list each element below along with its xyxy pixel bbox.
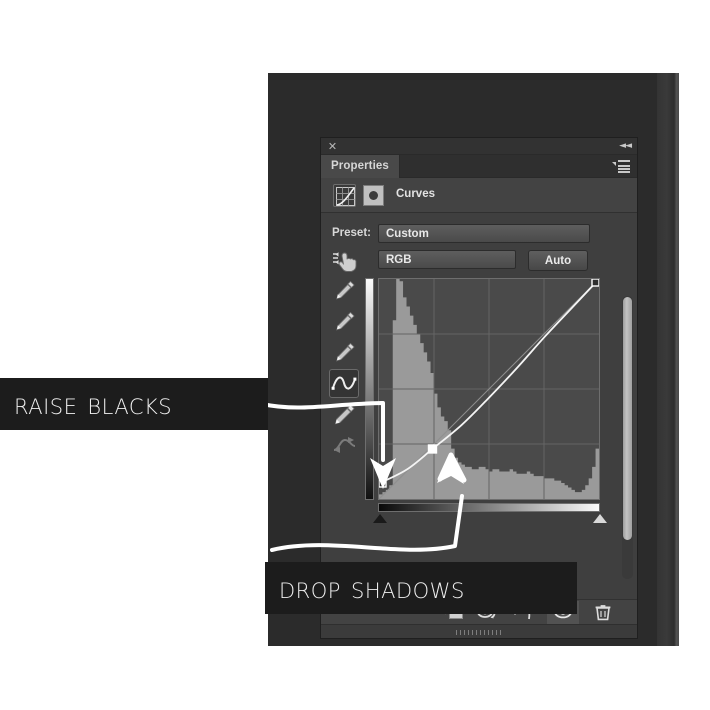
- sample-in-image-to-set-gray-point-icon[interactable]: [329, 307, 359, 336]
- curves-plot-svg[interactable]: [379, 279, 599, 499]
- panel-resize-bar[interactable]: [321, 624, 637, 638]
- delete-adjustment-layer-button[interactable]: [587, 601, 619, 624]
- curve-control-point[interactable]: [379, 479, 387, 488]
- curves-plot-area[interactable]: [378, 278, 600, 500]
- sample-in-image-to-set-white-point-icon[interactable]: [329, 338, 359, 367]
- vertical-scrollbar[interactable]: [622, 296, 633, 579]
- annotation-raise-blacks: Raise Blacks: [0, 378, 268, 430]
- channel-select[interactable]: RGB: [378, 250, 516, 269]
- preset-select[interactable]: Custom: [378, 224, 590, 243]
- collapse-to-icons-icon[interactable]: ◄◄: [619, 141, 632, 152]
- draw-to-modify-curve-pencil-icon[interactable]: [329, 400, 359, 429]
- layer-mask-thumbnail[interactable]: [363, 185, 384, 206]
- panel-tabstrip: Properties: [321, 155, 637, 178]
- curve-control-point[interactable]: [591, 279, 599, 287]
- smooth-curve-values-icon[interactable]: [329, 431, 359, 460]
- close-icon[interactable]: ✕: [327, 141, 338, 152]
- sample-in-image-to-set-black-point-icon[interactable]: [329, 276, 359, 305]
- annotation-drop-shadows: Drop Shadows: [265, 562, 577, 614]
- application-right-rail: [657, 73, 679, 646]
- preset-label: Preset:: [332, 227, 371, 239]
- black-input-slider[interactable]: [373, 514, 387, 523]
- auto-button[interactable]: Auto: [528, 250, 588, 271]
- grip-icon: [456, 630, 502, 635]
- panel-titlebar: ✕ ◄◄: [321, 138, 637, 155]
- preset-row: Preset: Custom: [321, 224, 637, 243]
- tab-properties[interactable]: Properties: [321, 155, 400, 178]
- adjustment-header: Curves: [321, 178, 637, 213]
- input-gradient-bar: [378, 503, 600, 512]
- panel-menu-icon[interactable]: [612, 160, 630, 173]
- screenshot-root: ✕ ◄◄ Properties Curves Preset: Custom RG…: [0, 0, 710, 710]
- photoshop-window: ✕ ◄◄ Properties Curves Preset: Custom RG…: [268, 73, 679, 646]
- scrollbar-thumb[interactable]: [623, 297, 632, 540]
- channel-row: RGB Auto: [321, 249, 637, 273]
- annotation-drop-shadows-label: Drop Shadows: [279, 570, 465, 606]
- output-gradient-bar: [365, 278, 374, 500]
- white-input-slider[interactable]: [593, 514, 607, 523]
- annotation-raise-blacks-label: Raise Blacks: [14, 386, 173, 422]
- page-title: Curves: [396, 188, 435, 200]
- targeted-adjustment-tool-icon[interactable]: [332, 249, 360, 273]
- curves-adjustment-icon: [333, 184, 356, 207]
- curves-tool-column: [329, 276, 363, 462]
- curves-graph[interactable]: [365, 278, 607, 523]
- edit-points-to-modify-curve-icon[interactable]: [329, 369, 359, 398]
- curve-control-point[interactable]: [427, 444, 438, 454]
